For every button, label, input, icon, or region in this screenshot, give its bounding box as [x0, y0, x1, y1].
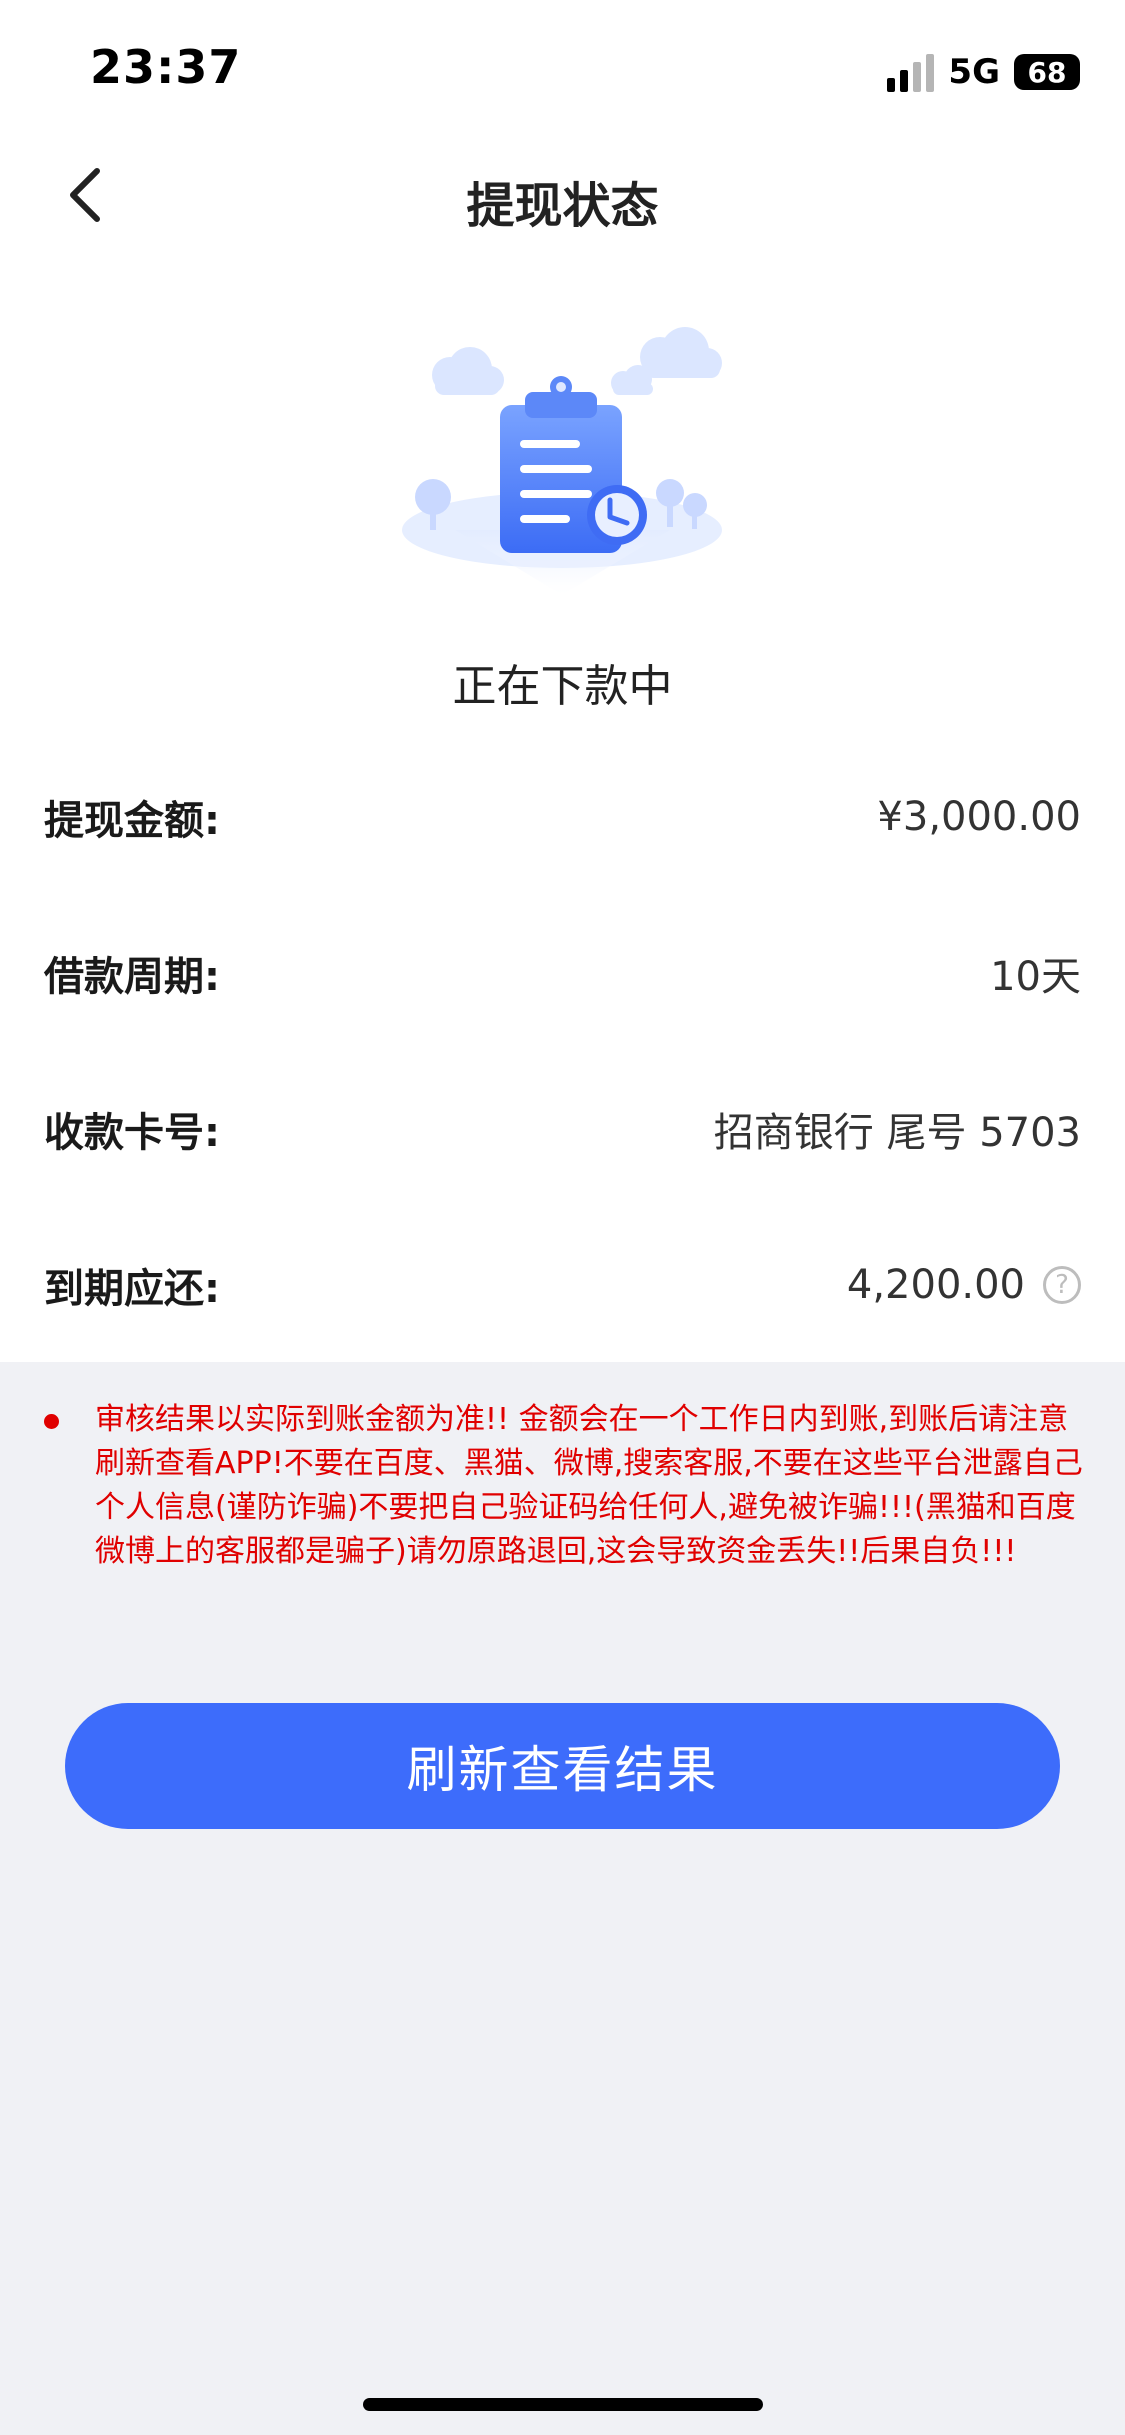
- detail-row-term: 借款周期: 10天: [44, 933, 1081, 1013]
- detail-label: 收款卡号:: [44, 1110, 220, 1156]
- clipboard-clock-icon: [402, 327, 722, 595]
- detail-value: 4,200.00: [846, 1262, 1025, 1308]
- home-indicator[interactable]: [363, 2398, 763, 2411]
- detail-value: ¥3,000.00: [877, 794, 1081, 840]
- status-indicators: 5G 68: [887, 48, 1080, 96]
- network-type: 5G: [948, 52, 1000, 92]
- detail-row-due: 到期应还: 4,200.00 ?: [44, 1245, 1081, 1325]
- withdrawal-status-text: 正在下款中: [452, 661, 673, 712]
- bullet-dot-icon: [44, 1414, 59, 1429]
- question-circle-icon[interactable]: ?: [1043, 1266, 1081, 1304]
- detail-label: 到期应还:: [44, 1266, 220, 1312]
- warning-notice: 审核结果以实际到账金额为准!! 金额会在一个工作日内到账,到账后请注意刷新查看A…: [44, 1398, 1084, 1574]
- warning-text: 审核结果以实际到账金额为准!! 金额会在一个工作日内到账,到账后请注意刷新查看A…: [95, 1402, 1083, 1569]
- detail-row-card: 收款卡号: 招商银行 尾号 5703: [44, 1089, 1081, 1169]
- detail-row-amount: 提现金额: ¥3,000.00: [44, 777, 1081, 857]
- signal-icon: [887, 52, 935, 92]
- battery-level: 68: [1027, 55, 1067, 89]
- page-title: 提现状态: [466, 178, 659, 234]
- status-time: 23:37: [90, 40, 242, 94]
- refresh-result-button[interactable]: 刷新查看结果: [65, 1703, 1060, 1829]
- detail-value: 招商银行 尾号 5703: [713, 1110, 1081, 1156]
- battery-icon: 68: [1014, 54, 1080, 90]
- detail-label: 借款周期:: [44, 954, 220, 1000]
- detail-label: 提现金额:: [44, 798, 220, 844]
- detail-value: 10天: [990, 954, 1081, 1000]
